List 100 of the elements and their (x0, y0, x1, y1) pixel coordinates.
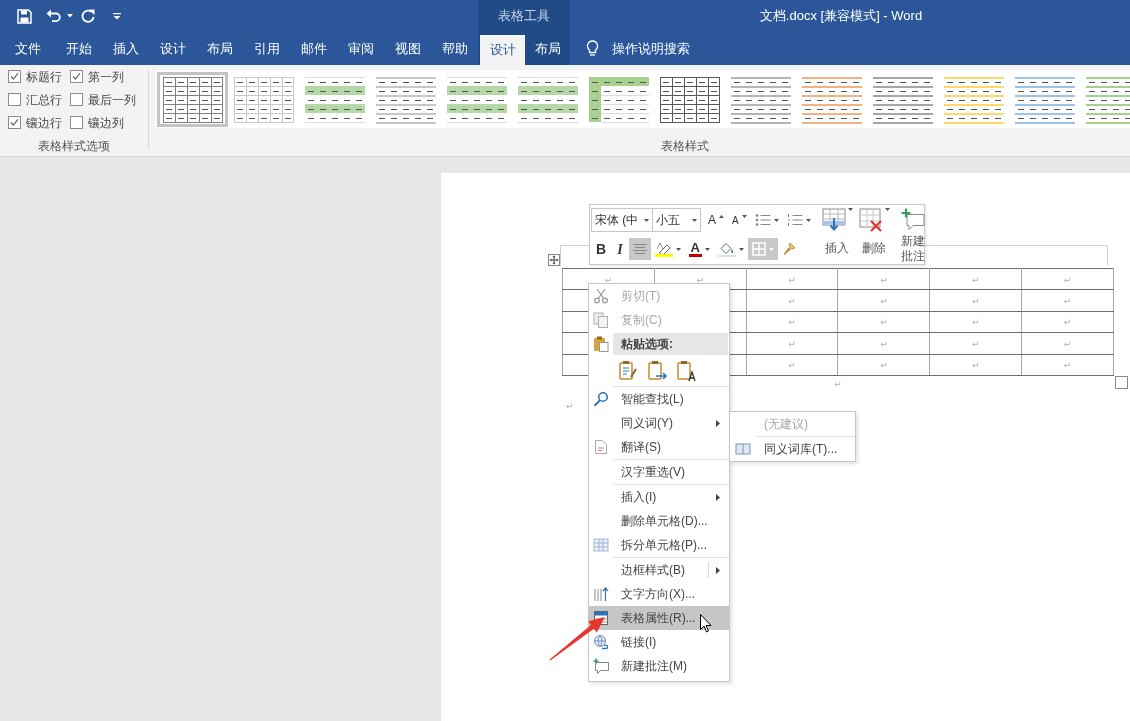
dropdown-caret-icon[interactable] (773, 218, 779, 222)
paragraph-mark: ↵ (880, 317, 888, 328)
borders-icon (751, 242, 766, 256)
grid-icon (593, 537, 609, 553)
ribbon-tab[interactable]: 文件 (0, 32, 55, 65)
paragraph-mark: ↵ (1063, 360, 1072, 371)
ribbon-tab[interactable]: 布局 (525, 32, 570, 65)
caret-down-icon (741, 214, 747, 218)
table-style-thumbnail[interactable] (157, 71, 228, 127)
paragraph-mark: ↵ (1063, 274, 1072, 285)
ribbon-tab[interactable]: 引用 (243, 32, 290, 65)
clipboard-arrow-icon[interactable] (648, 360, 668, 382)
save-icon[interactable] (17, 8, 32, 24)
ribbon-tab[interactable]: 审阅 (337, 32, 384, 65)
undo-icon[interactable] (46, 9, 61, 23)
checkbox-label: 汇总行 (26, 91, 62, 109)
paragraph-mark: ↵ (1063, 317, 1072, 328)
font-name-field[interactable]: 宋体 (中 (591, 208, 653, 232)
dropdown-caret-icon[interactable] (847, 208, 853, 211)
caret-up-icon (719, 214, 724, 218)
scissors-icon (593, 288, 609, 304)
paragraph-mark: ↵ (788, 296, 796, 307)
paragraph-mark: ↵ (971, 360, 980, 371)
align-button[interactable] (628, 238, 651, 260)
menu-item[interactable]: 翻译(S) (589, 435, 729, 459)
customize-caret-icon[interactable] (113, 12, 121, 20)
checkbox[interactable] (70, 116, 83, 129)
paragraph-mark: ↵ (788, 317, 796, 328)
ribbon-tab[interactable]: 插入 (102, 32, 149, 65)
menu-item[interactable]: 删除单元格(D)... (589, 509, 729, 533)
checkbox[interactable] (70, 93, 83, 106)
dropdown-caret-icon[interactable] (644, 218, 649, 222)
checkbox-label: 镶边行 (26, 114, 62, 132)
paragraph-mark: ↵ (971, 317, 980, 328)
checkbox[interactable] (70, 70, 83, 83)
resize-handle-icon[interactable] (1115, 376, 1128, 389)
menu-item[interactable]: 同义词库(T)... (730, 437, 855, 461)
menu-item[interactable]: 智能查找(L) (589, 387, 729, 411)
table-delete-icon (858, 208, 883, 232)
ribbon-tab[interactable]: 视图 (384, 32, 431, 65)
shrink-font-button[interactable]: A (728, 209, 751, 231)
paragraph-mark: ↵ (880, 338, 888, 349)
checkbox[interactable] (8, 93, 21, 106)
ribbon-tab[interactable]: 邮件 (290, 32, 337, 65)
paragraph-mark: ↵ (788, 338, 796, 349)
checkbox-label: 标题行 (26, 68, 62, 86)
menu-item[interactable]: 边框样式(B) (589, 558, 729, 582)
dropdown-caret-icon[interactable] (704, 247, 710, 251)
checkbox-label: 第一列 (88, 68, 124, 86)
bold-button[interactable]: B (591, 238, 612, 260)
checkbox[interactable] (8, 70, 21, 83)
ribbon-tab[interactable]: 设计 (149, 32, 196, 65)
menu-item[interactable]: 表格属性(R)... (589, 606, 729, 630)
grow-font-button[interactable]: A (704, 209, 728, 231)
numbered-list-icon (786, 213, 803, 227)
tell-me-button[interactable]: 操作说明搜索 (586, 32, 690, 65)
menu-item[interactable]: 新建批注(M) (589, 654, 729, 678)
delete-button[interactable]: 删除 (855, 208, 893, 264)
clipboard-text-icon[interactable] (677, 360, 697, 382)
font-color-button[interactable]: A (684, 238, 714, 260)
ribbon-tab[interactable]: 开始 (55, 32, 102, 65)
paintbrush-icon (781, 242, 796, 256)
paragraph-mark: ↵ (788, 360, 796, 371)
clipboard-brush-icon[interactable] (619, 360, 639, 382)
highlighter-icon (654, 241, 673, 257)
insert-button[interactable]: 插入 (818, 208, 856, 264)
contextual-tab-title: 表格工具 (478, 0, 570, 32)
font-size-field[interactable]: 小五 (652, 208, 701, 232)
paragraph-mark: ↵ (834, 378, 842, 389)
menu-item[interactable]: 插入(I) (589, 485, 729, 509)
menu-item[interactable]: 拆分单元格(P)... (589, 533, 729, 557)
dropdown-caret-icon[interactable] (67, 14, 73, 18)
dropdown-caret-icon[interactable] (675, 247, 681, 251)
bullet-list-icon (754, 213, 771, 227)
dropdown-caret-icon[interactable] (692, 218, 697, 222)
paragraph-mark: ↵ (971, 338, 980, 349)
dropdown-caret-icon[interactable] (884, 208, 890, 211)
ribbon-tab[interactable]: 布局 (196, 32, 243, 65)
checkbox[interactable] (8, 116, 21, 129)
move-handle-icon[interactable] (548, 254, 560, 266)
dropdown-caret-icon[interactable] (738, 247, 744, 251)
menu-item[interactable]: 同义词(Y) (589, 411, 729, 435)
dropdown-caret-icon[interactable] (805, 218, 811, 222)
group-label: 表格样式 (659, 138, 710, 154)
document-icon (593, 439, 609, 455)
paragraph-mark: ↵ (1063, 296, 1072, 307)
paste-options-label: 粘贴选项: (613, 333, 728, 355)
menu-item[interactable]: 汉字重选(V) (589, 460, 729, 484)
paint-bucket-icon (717, 241, 736, 257)
new-comment-button[interactable]: 新建批注 (896, 208, 929, 264)
copy-icon (593, 312, 609, 328)
paragraph-mark: ↵ (1063, 338, 1072, 349)
checkbox-label: 镶边列 (88, 114, 124, 132)
paragraph-mark: ↵ (604, 274, 613, 285)
ribbon-tab[interactable]: 帮助 (431, 32, 478, 65)
menu-item[interactable]: 文字方向(X)... (589, 582, 729, 606)
redo-icon[interactable] (81, 9, 95, 23)
italic-button[interactable]: I (611, 238, 629, 260)
ribbon-tab[interactable]: 设计 (480, 35, 525, 65)
paragraph-mark: ↵ (788, 274, 796, 285)
